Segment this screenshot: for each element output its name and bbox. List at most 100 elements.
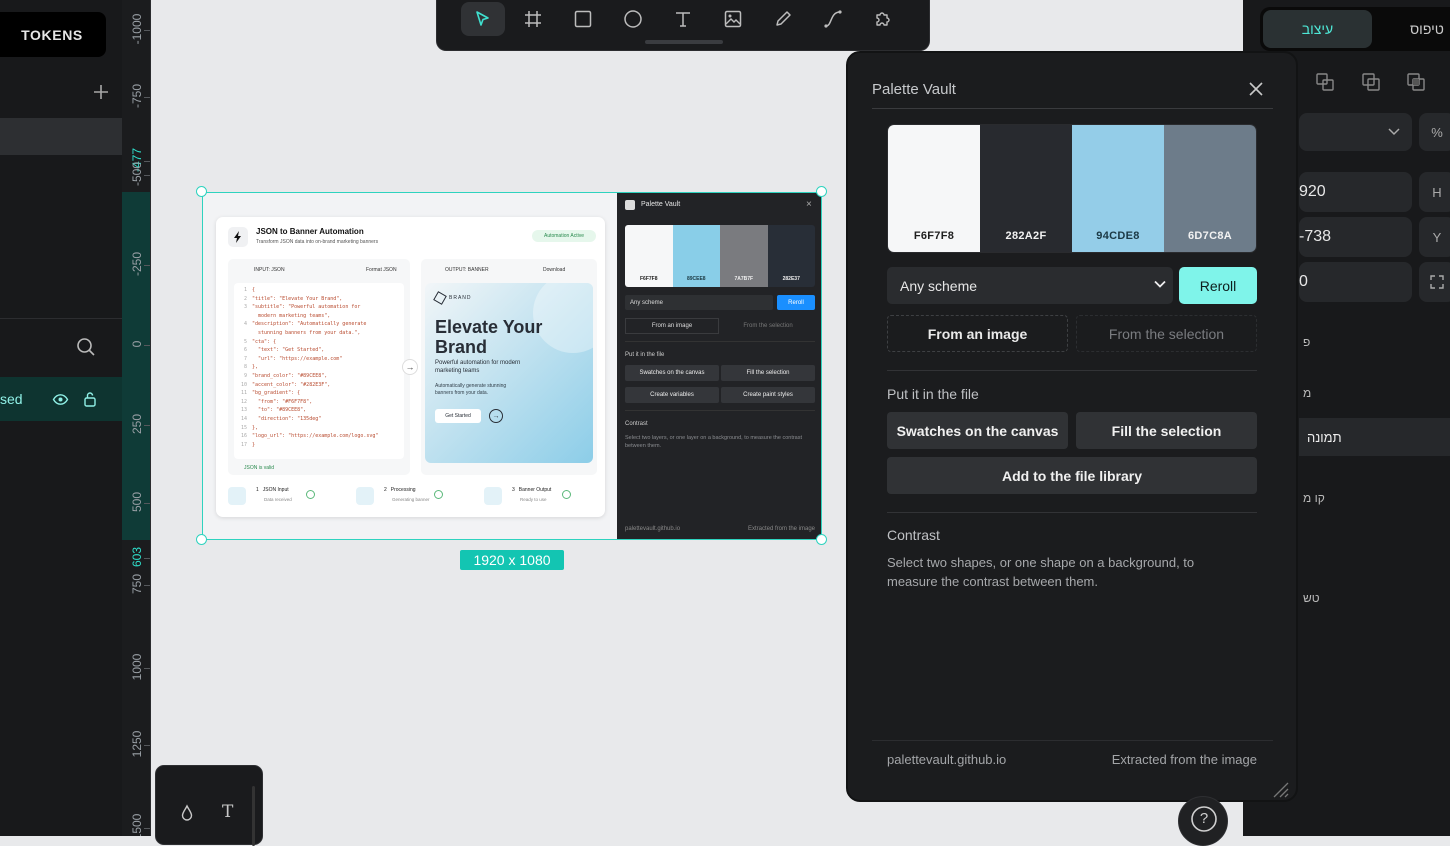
code-text: {: [252, 287, 256, 293]
ruler-tick: [144, 585, 150, 586]
ellipse-icon[interactable]: [611, 2, 655, 36]
drop-icon[interactable]: [180, 804, 194, 822]
text-icon[interactable]: T: [222, 802, 233, 822]
frame-icon[interactable]: [511, 2, 555, 36]
line-number: 3: [243, 304, 247, 311]
expand-icon[interactable]: [1419, 262, 1450, 302]
scrollbar[interactable]: [252, 786, 255, 846]
resize-grip-icon[interactable]: [1268, 777, 1290, 799]
reroll-button[interactable]: Reroll: [1179, 267, 1257, 304]
step-sub: Generating banner: [392, 497, 430, 502]
percent-unit[interactable]: %: [1419, 113, 1450, 151]
pencil-icon[interactable]: [761, 2, 805, 36]
selected-board[interactable]: JSON to Banner Automation Transform JSON…: [202, 192, 822, 540]
tab-typography[interactable]: טיפוס: [1410, 10, 1450, 48]
add-page-icon[interactable]: [90, 81, 112, 103]
swatch-hex: F6F7F8: [913, 230, 955, 242]
footer-status: Extracted from the image: [1111, 752, 1257, 767]
cta-arrow-icon: →: [489, 409, 503, 423]
code-text: "accent_color": "#282E3F",: [252, 381, 331, 388]
swatch[interactable]: F6F7F8: [888, 125, 980, 252]
toolbar-drag-handle[interactable]: [645, 40, 723, 44]
code-line: 4 "description": "Automatically generate: [238, 321, 378, 330]
swatch[interactable]: 6D7C8A: [1164, 125, 1256, 252]
close-icon[interactable]: [1246, 79, 1266, 99]
mini-swatch: 89CEE8: [672, 225, 720, 287]
mini-plugin-title: Palette Vault: [641, 201, 681, 208]
search-icon[interactable]: [76, 337, 96, 357]
image-fill-row[interactable]: תמונה: [1299, 418, 1450, 456]
banner-brand: BRAND: [449, 295, 472, 301]
plugin-icon[interactable]: [861, 2, 905, 36]
code-text: "description": "Automatically generate: [252, 321, 367, 328]
scheme-select[interactable]: Any scheme: [887, 267, 1173, 304]
json-valid-status: JSON is valid: [244, 465, 275, 471]
put-in-file-heading: Put it in the file: [887, 386, 979, 402]
swatch-hex: 282A2F: [1005, 230, 1047, 242]
dropdown-field[interactable]: [1299, 113, 1412, 151]
mini-from-selection: From the selection: [743, 323, 793, 329]
mini-swatch-hex: 89CEE8: [686, 276, 706, 282]
step-title: 3 Banner Output: [512, 487, 551, 493]
swatch[interactable]: 282A2F: [980, 125, 1072, 252]
fill-selection-button[interactable]: Fill the selection: [1076, 412, 1257, 449]
mini-swatch-hex: F6F7F8: [639, 276, 658, 282]
resize-handle-tr[interactable]: [816, 186, 827, 197]
ruler-label: -250: [130, 251, 144, 277]
preview-app-subtitle: Transform JSON data into on-brand market…: [256, 239, 379, 245]
step-number: 3: [512, 487, 515, 493]
line-number: 14: [240, 415, 247, 422]
swatch-hex: 6D7C8A: [1188, 230, 1232, 242]
rectangle-icon[interactable]: [561, 2, 605, 36]
json-editor: 1{2 "title": "Elevate Your Brand", 3 "subti…: [234, 283, 404, 459]
boolean-icon[interactable]: [1361, 72, 1381, 92]
footer-link[interactable]: palettevault.github.io: [887, 752, 1006, 767]
lock-icon[interactable]: [82, 390, 98, 408]
banner-desc: Automatically generate stunning banners …: [435, 383, 507, 396]
code-line: 15},: [238, 425, 378, 434]
resize-handle-tl[interactable]: [196, 186, 207, 197]
from-image-button[interactable]: From an image: [887, 315, 1068, 352]
code-text: "brand_color": "#89CEE8",: [252, 372, 328, 379]
rotation-field[interactable]: 0: [1299, 262, 1412, 302]
tab-design[interactable]: עיצוב: [1263, 10, 1372, 48]
page-item-selected[interactable]: [0, 118, 122, 155]
pointer-icon[interactable]: [461, 2, 505, 36]
main-toolbar: [436, 0, 930, 51]
mini-swatches: F6F7F8 89CEE8 7A7B7F 282E37: [625, 225, 815, 287]
from-selection-button[interactable]: From the selection: [1076, 315, 1257, 352]
swatch[interactable]: 94CDE8: [1072, 125, 1164, 252]
swatches-canvas-button[interactable]: Swatches on the canvas: [887, 412, 1068, 449]
preview-input-panel: INPUT: JSON Format JSON 1{2 "title": "Ele…: [228, 259, 410, 475]
text-icon[interactable]: [661, 2, 705, 36]
resize-handle-br[interactable]: [816, 534, 827, 545]
arrow-right-icon: →: [402, 359, 418, 375]
scheme-select-value: Any scheme: [900, 277, 978, 294]
intersect-icon[interactable]: [1406, 72, 1426, 92]
step-check-icon: [434, 490, 443, 499]
code-text: },: [252, 424, 259, 431]
y-field[interactable]: -738: [1299, 217, 1412, 257]
code-text: "logo_url": "https://example.com/logo.sv…: [252, 433, 379, 440]
code-line: 3 "subtitle": "Powerful automation for: [238, 304, 378, 313]
help-button[interactable]: ?: [1178, 796, 1228, 846]
image-icon[interactable]: [711, 2, 755, 36]
code-text: "bg_gradient": {: [252, 390, 301, 397]
plugin-title: Palette Vault: [872, 81, 956, 98]
eye-icon[interactable]: [52, 391, 69, 408]
swatch-hex: 94CDE8: [1096, 230, 1140, 242]
output-header: OUTPUT: BANNER: [445, 267, 489, 273]
code-text: "direction": "135deg": [252, 415, 322, 422]
preview-app-title: JSON to Banner Automation: [256, 227, 364, 236]
align-icon[interactable]: [1315, 72, 1335, 92]
width-field[interactable]: 920: [1299, 172, 1412, 212]
ruler-tick: [144, 558, 150, 559]
tokens-button[interactable]: TOKENS: [0, 12, 106, 57]
line-number: 17: [240, 441, 247, 448]
path-icon[interactable]: [811, 2, 855, 36]
add-library-button[interactable]: Add to the file library: [887, 457, 1257, 494]
line-label: קו מ: [1303, 491, 1325, 505]
line-number: 5: [243, 338, 247, 345]
mini-contrast-desc: Select two layers, or one layer on a bac…: [625, 435, 803, 449]
resize-handle-bl[interactable]: [196, 534, 207, 545]
